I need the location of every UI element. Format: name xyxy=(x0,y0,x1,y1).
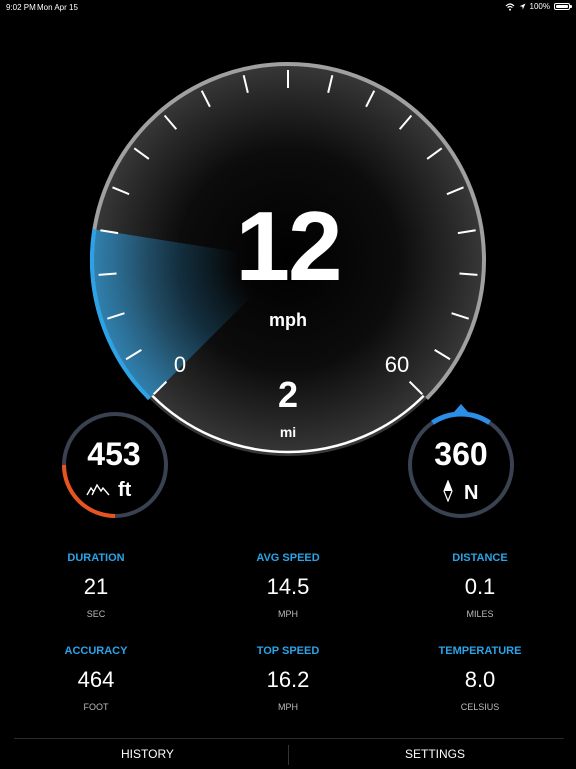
altitude-value: 453 xyxy=(87,436,141,472)
compass-needle-icon xyxy=(443,480,453,502)
dial-max-label: 60 xyxy=(384,352,410,377)
heading-ring-marker-arc xyxy=(431,411,491,425)
speed-value: 12 xyxy=(235,191,342,301)
stat-value: 14.5 xyxy=(266,574,310,599)
heading-pointer-icon xyxy=(454,404,468,412)
stat-unit: MPH xyxy=(278,609,298,619)
heading-value: 360 xyxy=(434,436,488,472)
settings-button[interactable]: SETTINGS xyxy=(405,747,465,761)
stat-unit: CELSIUS xyxy=(460,702,500,712)
stat-label: DISTANCE xyxy=(452,552,508,564)
stat-label: TOP SPEED xyxy=(256,645,320,657)
stat-label: ACCURACY xyxy=(64,645,128,657)
dial-tick xyxy=(459,272,478,276)
heading-direction: N xyxy=(464,482,479,504)
stat-unit: SEC xyxy=(86,609,106,619)
stat-temperature: TEMPERATURE 8.0 CELSIUS xyxy=(420,645,540,712)
stat-label: DURATION xyxy=(67,552,125,564)
stat-unit: MPH xyxy=(278,702,298,712)
stat-unit: MILES xyxy=(466,609,494,619)
stat-value: 0.1 xyxy=(464,574,496,599)
altitude-unit: ft xyxy=(118,479,132,501)
dial-min-label: 0 xyxy=(173,352,187,377)
stat-distance: DISTANCE 0.1 MILES xyxy=(420,552,540,619)
stat-avg-speed: AVG SPEED 14.5 MPH xyxy=(228,552,348,619)
stat-value: 21 xyxy=(83,574,109,599)
bottom-bar: HISTORY SETTINGS xyxy=(14,738,564,769)
trip-value: 2 xyxy=(277,374,299,415)
stat-unit: FOOT xyxy=(83,702,109,712)
stat-value: 464 xyxy=(77,667,115,692)
stat-accuracy: ACCURACY 464 FOOT xyxy=(36,645,156,712)
mountain-icon xyxy=(86,483,110,496)
dial-tick xyxy=(98,272,117,276)
stat-duration: DURATION 21 SEC xyxy=(36,552,156,619)
stat-label: AVG SPEED xyxy=(256,552,320,564)
bottom-bar-divider xyxy=(288,745,289,765)
trip-unit: mi xyxy=(279,424,297,440)
stat-value: 8.0 xyxy=(464,667,496,692)
history-button[interactable]: HISTORY xyxy=(121,747,174,761)
stat-value: 16.2 xyxy=(266,667,310,692)
stat-top-speed: TOP SPEED 16.2 MPH xyxy=(228,645,348,712)
stat-label: TEMPERATURE xyxy=(438,645,522,657)
speed-unit: mph xyxy=(269,310,307,330)
